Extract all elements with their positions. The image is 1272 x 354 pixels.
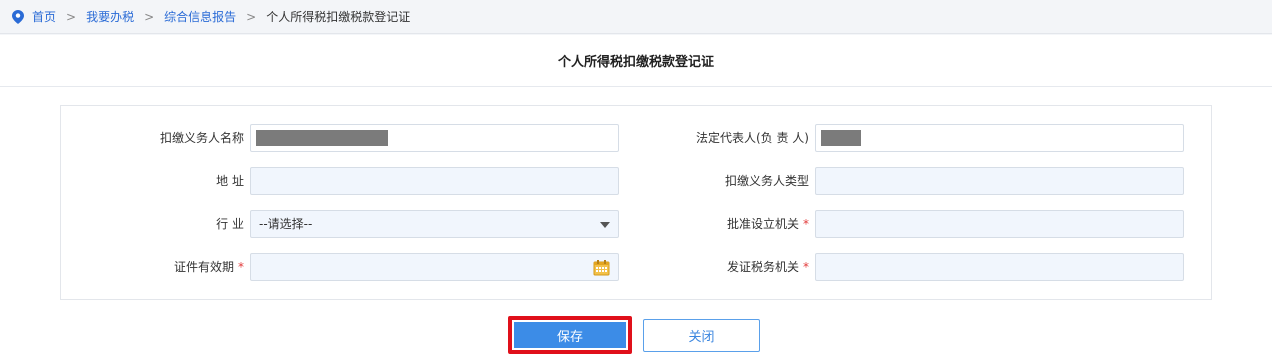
industry-label: 行 业 bbox=[216, 217, 244, 231]
legal-rep-label: 法定代表人(负 责 人) bbox=[696, 131, 809, 145]
registration-form: 扣缴义务人名称 法定代表人(负 责 人) 地 址 扣缴义务人类型 行 业 --请… bbox=[60, 105, 1212, 300]
save-button[interactable]: 保存 bbox=[508, 316, 632, 354]
breadcrumb-report-link[interactable]: 综合信息报告 bbox=[164, 8, 236, 25]
required-mark: * bbox=[803, 260, 809, 274]
industry-select-value: --请选择-- bbox=[259, 217, 313, 231]
breadcrumb-separator: > bbox=[66, 9, 77, 24]
issuing-office-label: 发证税务机关 * bbox=[621, 253, 809, 281]
address-field[interactable] bbox=[250, 167, 619, 195]
breadcrumb-home-link[interactable]: 首页 bbox=[32, 8, 56, 25]
save-button-label: 保存 bbox=[514, 322, 626, 348]
required-mark: * bbox=[238, 260, 244, 274]
issuing-office-label-text: 发证税务机关 bbox=[726, 260, 799, 274]
legal-rep-field[interactable] bbox=[815, 124, 1184, 152]
withholder-name-field[interactable] bbox=[250, 124, 619, 152]
calendar-icon[interactable] bbox=[593, 259, 610, 276]
approval-org-label: 批准设立机关 * bbox=[621, 210, 809, 238]
validity-label: 证件有效期 * bbox=[61, 253, 244, 281]
breadcrumb-separator: > bbox=[246, 9, 257, 24]
redacted-value bbox=[256, 130, 388, 146]
approval-org-field[interactable] bbox=[815, 210, 1184, 238]
issuing-office-field[interactable] bbox=[815, 253, 1184, 281]
industry-select[interactable]: --请选择-- bbox=[250, 210, 619, 238]
dropdown-arrow-icon[interactable] bbox=[600, 222, 610, 228]
page-title: 个人所得税扣缴税款登记证 bbox=[557, 55, 714, 70]
withholder-name-label: 扣缴义务人名称 bbox=[159, 131, 244, 145]
breadcrumb-current: 个人所得税扣缴税款登记证 bbox=[266, 10, 411, 24]
approval-org-label-text: 批准设立机关 bbox=[726, 217, 799, 231]
required-mark: * bbox=[803, 217, 809, 231]
breadcrumb-tax-link[interactable]: 我要办税 bbox=[86, 8, 134, 25]
location-pin-icon bbox=[12, 9, 24, 24]
address-label: 地 址 bbox=[216, 174, 244, 188]
close-button[interactable]: 关闭 bbox=[643, 319, 760, 352]
breadcrumb-separator: > bbox=[144, 9, 155, 24]
withholder-type-field[interactable] bbox=[815, 167, 1184, 195]
title-bar: 个人所得税扣缴税款登记证 bbox=[0, 35, 1272, 87]
redacted-value bbox=[821, 130, 861, 146]
main-panel: 个人所得税扣缴税款登记证 扣缴义务人名称 法定代表人(负 责 人) 地 址 扣缴… bbox=[0, 35, 1272, 354]
validity-date-field[interactable] bbox=[250, 253, 619, 281]
withholder-type-label: 扣缴义务人类型 bbox=[724, 174, 809, 188]
breadcrumb: 首页 > 我要办税 > 综合信息报告 > 个人所得税扣缴税款登记证 bbox=[0, 0, 1272, 34]
validity-label-text: 证件有效期 bbox=[173, 260, 234, 274]
